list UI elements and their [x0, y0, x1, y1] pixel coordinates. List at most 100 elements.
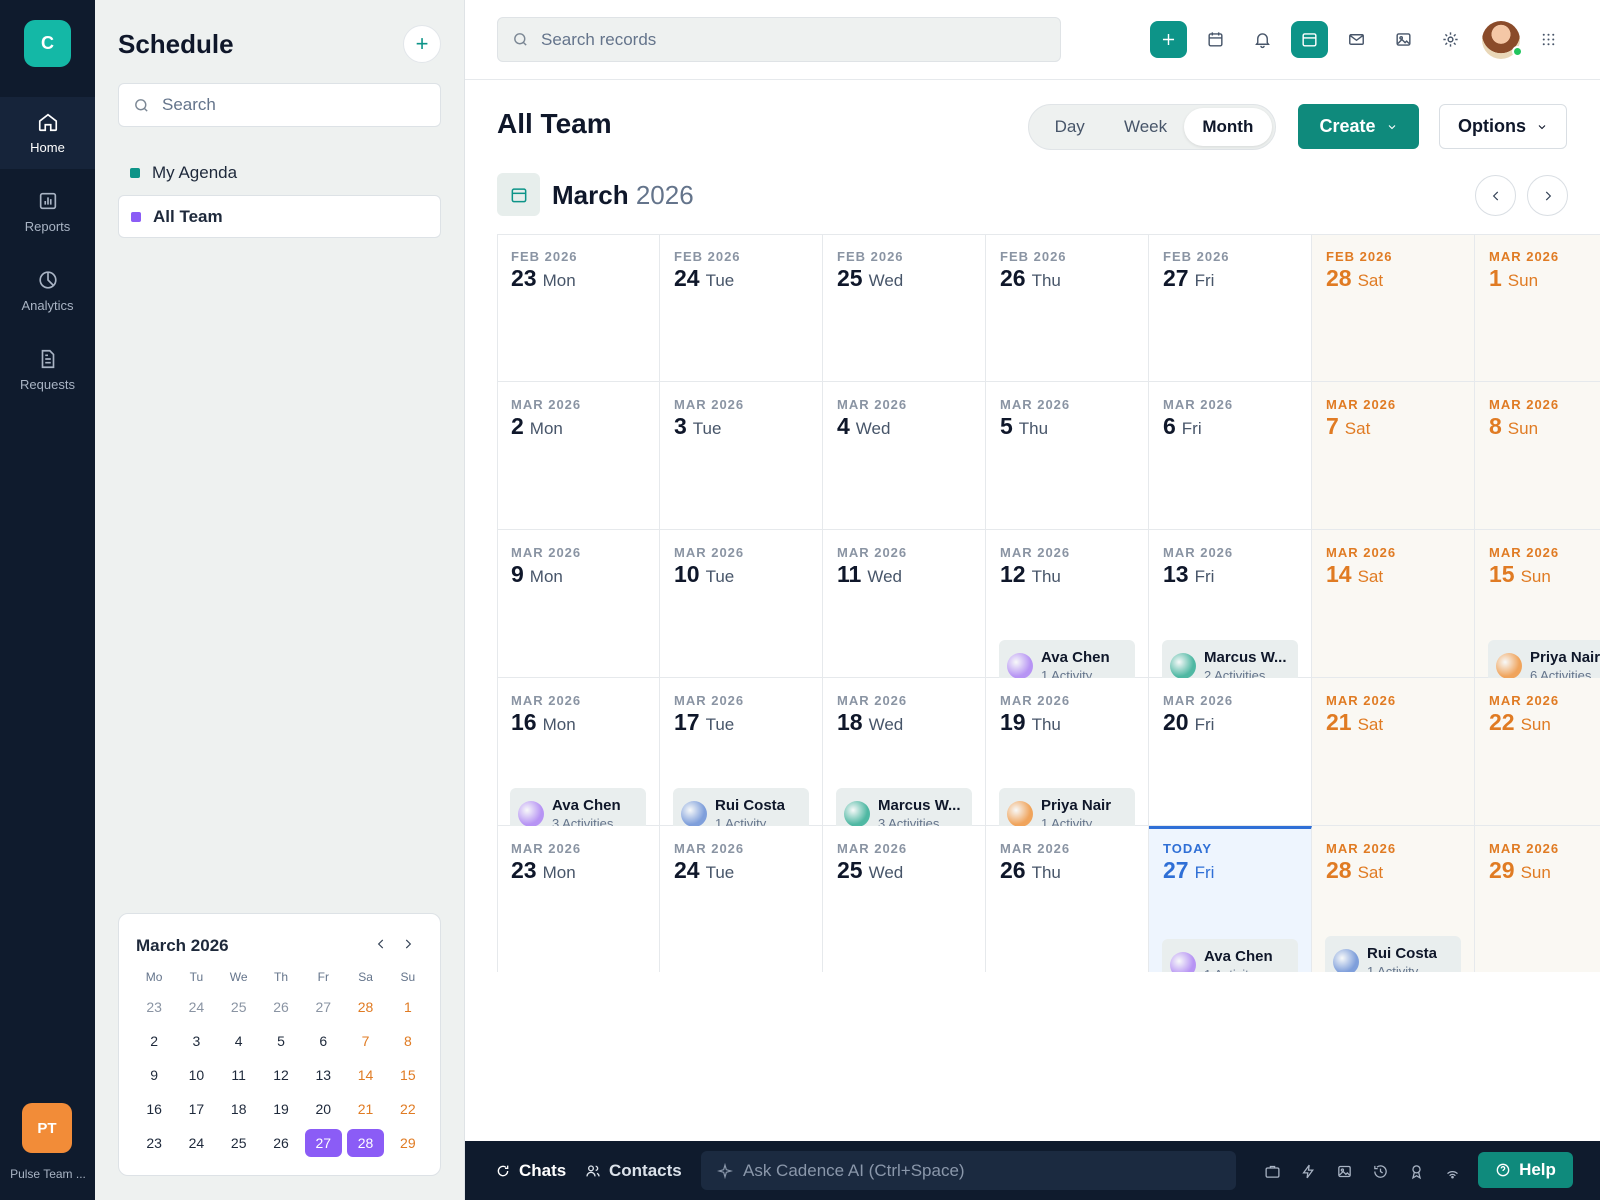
mini-calendar-day[interactable]: 15	[387, 1058, 429, 1092]
mini-calendar-day[interactable]: 24	[175, 1126, 217, 1160]
panel-search-input[interactable]: Search	[118, 83, 441, 127]
calendar-day-cell[interactable]: MAR 2026 1 Sun	[1475, 234, 1600, 382]
history-button[interactable]	[1370, 1161, 1390, 1181]
mini-calendar-day[interactable]: 25	[218, 990, 260, 1024]
apps-menu-button[interactable]	[1530, 21, 1567, 58]
calendar-day-cell[interactable]: MAR 2026 9 Mon	[497, 530, 660, 678]
mini-prev-month-button[interactable]	[369, 932, 393, 956]
options-button[interactable]: Options	[1439, 104, 1567, 149]
calendar-day-cell[interactable]: MAR 2026 4 Wed	[823, 382, 986, 530]
mini-calendar-day[interactable]: 6	[302, 1024, 344, 1058]
mini-calendar-day[interactable]: 4	[218, 1024, 260, 1058]
mini-calendar-day[interactable]: 2	[133, 1024, 175, 1058]
connection-button[interactable]	[1442, 1161, 1462, 1181]
calendar-day-cell[interactable]: MAR 2026 15 Sun Priya Nair 6 Activities	[1475, 530, 1600, 692]
mini-calendar-day[interactable]: 12	[260, 1058, 302, 1092]
calendar-day-cell[interactable]: MAR 2026 21 Sat	[1312, 678, 1475, 826]
mini-calendar-day[interactable]: 1	[387, 990, 429, 1024]
settings-button[interactable]	[1432, 21, 1469, 58]
mini-calendar-day[interactable]: 24	[175, 990, 217, 1024]
calendar-item-my-agenda[interactable]: My Agenda	[118, 151, 441, 194]
calendar-day-cell[interactable]: MAR 2026 6 Fri	[1149, 382, 1312, 530]
mini-calendar-day[interactable]: 26	[260, 1126, 302, 1160]
mini-calendar-day[interactable]: 20	[302, 1092, 344, 1126]
calendar-day-cell[interactable]: MAR 2026 14 Sat	[1312, 530, 1475, 678]
calendar-day-cell[interactable]: FEB 2026 23 Mon	[497, 234, 660, 382]
mini-calendar-day[interactable]: 28	[344, 1126, 386, 1160]
calendar-day-cell[interactable]: MAR 2026 11 Wed	[823, 530, 986, 678]
calendar-day-cell[interactable]: MAR 2026 25 Wed	[823, 826, 986, 972]
calendar-day-cell[interactable]: MAR 2026 2 Mon	[497, 382, 660, 530]
calendar-day-cell[interactable]: MAR 2026 17 Tue Rui Costa 1 Activity	[660, 678, 823, 840]
mini-calendar-day[interactable]: 23	[133, 990, 175, 1024]
event-chip[interactable]: Rui Costa 1 Activity	[1325, 936, 1461, 972]
app-logo[interactable]: C	[24, 20, 71, 67]
view-tab-month[interactable]: Month	[1183, 108, 1272, 146]
calendar-day-cell[interactable]: MAR 2026 19 Thu Priya Nair 1 Activity	[986, 678, 1149, 840]
rail-item-home[interactable]: Home	[0, 97, 95, 169]
workspace-avatar[interactable]: PT	[22, 1103, 72, 1153]
mini-calendar-day[interactable]: 17	[175, 1092, 217, 1126]
mail-button[interactable]	[1338, 21, 1375, 58]
mini-calendar-day[interactable]: 10	[175, 1058, 217, 1092]
calendar-day-cell[interactable]: MAR 2026 5 Thu	[986, 382, 1149, 530]
calendar-day-cell[interactable]: MAR 2026 24 Tue	[660, 826, 823, 972]
calendar-day-cell[interactable]: MAR 2026 26 Thu	[986, 826, 1149, 972]
mini-calendar-day[interactable]: 27	[302, 1126, 344, 1160]
records-search-input[interactable]: Search records	[497, 17, 1061, 62]
calendar-day-cell[interactable]: MAR 2026 3 Tue	[660, 382, 823, 530]
calendar-item-all-team[interactable]: All Team	[118, 195, 441, 238]
chats-button[interactable]: Chats	[495, 1161, 566, 1181]
mini-calendar-day[interactable]: 26	[260, 990, 302, 1024]
mini-calendar-day[interactable]: 14	[344, 1058, 386, 1092]
calendar-day-cell[interactable]: MAR 2026 16 Mon Ava Chen 3 Activities	[497, 678, 660, 840]
automation-button[interactable]	[1298, 1161, 1318, 1181]
calendar-day-cell[interactable]: MAR 2026 10 Tue	[660, 530, 823, 678]
rail-item-requests[interactable]: Requests	[0, 334, 95, 406]
mini-calendar-day[interactable]: 16	[133, 1092, 175, 1126]
calendar-day-cell[interactable]: FEB 2026 26 Thu	[986, 234, 1149, 382]
mini-calendar-day[interactable]: 5	[260, 1024, 302, 1058]
calendar-day-cell[interactable]: FEB 2026 28 Sat	[1312, 234, 1475, 382]
calendar-day-cell[interactable]: FEB 2026 25 Wed	[823, 234, 986, 382]
help-button[interactable]: Help	[1478, 1152, 1573, 1188]
add-calendar-button[interactable]: +	[403, 25, 441, 63]
calendar-day-cell[interactable]: MAR 2026 12 Thu Ava Chen 1 Activity	[986, 530, 1149, 692]
ai-prompt-input[interactable]: Ask Cadence AI (Ctrl+Space)	[701, 1151, 1236, 1190]
view-tab-week[interactable]: Week	[1107, 108, 1183, 146]
rail-item-reports[interactable]: Reports	[0, 176, 95, 248]
gallery-button[interactable]	[1334, 1161, 1354, 1181]
awards-button[interactable]	[1406, 1161, 1426, 1181]
mini-calendar-day[interactable]: 3	[175, 1024, 217, 1058]
mini-calendar-day[interactable]: 8	[387, 1024, 429, 1058]
mini-calendar-day[interactable]: 25	[218, 1126, 260, 1160]
rail-item-analytics[interactable]: Analytics	[0, 255, 95, 327]
calendar-day-cell[interactable]: MAR 2026 20 Fri	[1149, 678, 1312, 826]
mini-calendar-day[interactable]: 18	[218, 1092, 260, 1126]
next-month-button[interactable]	[1527, 175, 1568, 216]
calendar-day-cell[interactable]: MAR 2026 29 Sun	[1475, 826, 1600, 972]
mini-calendar-day[interactable]: 23	[133, 1126, 175, 1160]
notifications-button[interactable]	[1244, 21, 1281, 58]
calendar-day-cell[interactable]: MAR 2026 23 Mon	[497, 826, 660, 972]
mini-calendar-day[interactable]: 29	[387, 1126, 429, 1160]
calendar-button[interactable]	[1197, 21, 1234, 58]
create-button[interactable]: Create	[1298, 104, 1419, 149]
media-button[interactable]	[1385, 21, 1422, 58]
briefcase-button[interactable]	[1262, 1161, 1282, 1181]
mini-calendar-day[interactable]: 11	[218, 1058, 260, 1092]
calendar-day-cell[interactable]: MAR 2026 8 Sun	[1475, 382, 1600, 530]
mini-calendar-day[interactable]: 28	[344, 990, 386, 1024]
mini-calendar-day[interactable]: 22	[387, 1092, 429, 1126]
calendar-day-cell-today[interactable]: TODAY27 Fri Ava Chen 1 Activity	[1149, 826, 1312, 972]
calendar-day-cell[interactable]: MAR 2026 28 Sat Rui Costa 1 Activity	[1312, 826, 1475, 972]
mini-calendar-day[interactable]: 21	[344, 1092, 386, 1126]
view-tab-day[interactable]: Day	[1032, 108, 1107, 146]
calendar-day-cell[interactable]: MAR 2026 22 Sun	[1475, 678, 1600, 826]
mini-calendar-day[interactable]: 27	[302, 990, 344, 1024]
calendar-day-cell[interactable]: FEB 2026 27 Fri	[1149, 234, 1312, 382]
quick-add-button[interactable]	[1150, 21, 1187, 58]
prev-month-button[interactable]	[1475, 175, 1516, 216]
calendar-day-cell[interactable]: MAR 2026 18 Wed Marcus W... 3 Activities	[823, 678, 986, 840]
calendar-day-cell[interactable]: FEB 2026 24 Tue	[660, 234, 823, 382]
